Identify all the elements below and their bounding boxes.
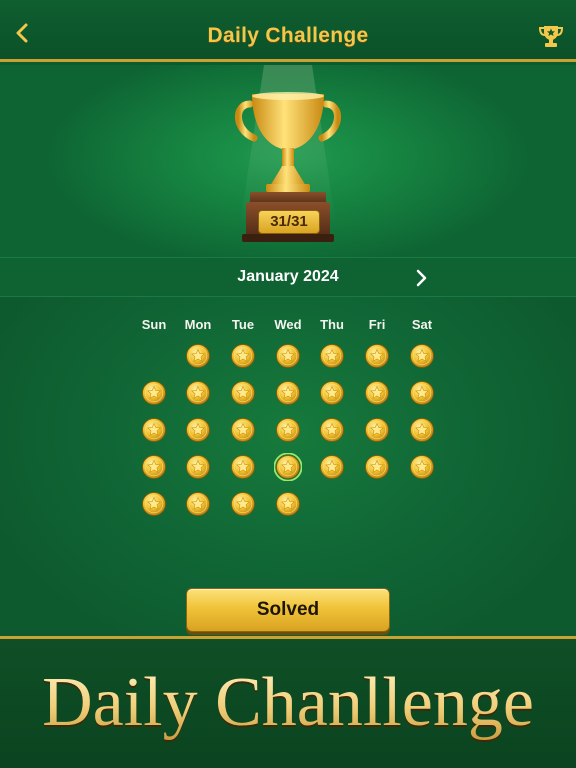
gold-star-coin-icon (365, 344, 389, 368)
weekday-label: Thu (320, 317, 344, 332)
calendar-day[interactable] (184, 490, 212, 518)
promo-banner: Daily Chanllenge (0, 636, 576, 768)
gold-star-coin-icon (320, 344, 344, 368)
page-title: Daily Challenge (207, 24, 369, 47)
calendar-day[interactable] (408, 416, 436, 444)
calendar-day[interactable] (363, 342, 391, 370)
gold-star-coin-icon (410, 381, 434, 405)
calendar-day-selected[interactable] (273, 452, 303, 482)
calendar-day[interactable] (408, 379, 436, 407)
gold-star-coin-icon (410, 455, 434, 479)
gold-star-coin-icon (276, 344, 300, 368)
calendar-day[interactable] (229, 416, 257, 444)
gold-star-coin-icon (186, 455, 210, 479)
calendar-day[interactable] (274, 342, 302, 370)
calendar-day[interactable] (140, 490, 168, 518)
calendar-day[interactable] (363, 379, 391, 407)
chevron-right-icon[interactable] (412, 268, 432, 288)
calendar-day[interactable] (274, 416, 302, 444)
calendar-grid: Sun Mon Tue Wed Thu Fri Sat (0, 297, 576, 637)
calendar-day[interactable] (140, 379, 168, 407)
calendar-day[interactable] (229, 342, 257, 370)
gold-star-coin-icon (365, 418, 389, 442)
calendar-day[interactable] (408, 453, 436, 481)
gold-star-coin-icon (231, 492, 255, 516)
weekday-label: Tue (231, 317, 255, 332)
gold-star-coin-icon (276, 381, 300, 405)
calendar-day[interactable] (363, 453, 391, 481)
weekday-label: Mon (184, 317, 212, 332)
month-label: January 2024 (237, 268, 339, 285)
gold-star-coin-icon (186, 492, 210, 516)
trophy-hero: 31/31 (0, 65, 576, 257)
gold-star-coin-icon (142, 455, 166, 479)
gold-star-coin-icon (142, 492, 166, 516)
weekday-label: Fri (368, 317, 386, 332)
weekday-label: Sun (141, 317, 167, 332)
weekday-label: Wed (274, 317, 302, 332)
score-badge: 31/31 (258, 210, 320, 234)
gold-star-coin-icon (276, 492, 300, 516)
calendar-day[interactable] (140, 416, 168, 444)
calendar-day[interactable] (408, 342, 436, 370)
month-bar: January 2024 (0, 257, 576, 297)
gold-star-coin-icon (410, 344, 434, 368)
gold-star-coin-icon (365, 455, 389, 479)
gold-star-coin-icon (231, 455, 255, 479)
solved-button[interactable]: Solved (186, 588, 390, 632)
gold-star-coin-icon (142, 418, 166, 442)
gold-star-coin-icon (273, 452, 303, 482)
calendar-day[interactable] (318, 453, 346, 481)
gold-star-coin-icon (231, 381, 255, 405)
gold-star-coin-icon (365, 381, 389, 405)
gold-star-coin-icon (142, 381, 166, 405)
calendar-day[interactable] (184, 342, 212, 370)
calendar-day[interactable] (318, 379, 346, 407)
gold-star-coin-icon (276, 418, 300, 442)
calendar-day[interactable] (140, 453, 168, 481)
calendar-day[interactable] (318, 416, 346, 444)
calendar-day[interactable] (229, 490, 257, 518)
calendar-day[interactable] (229, 453, 257, 481)
calendar-day[interactable] (184, 453, 212, 481)
gold-star-coin-icon (186, 381, 210, 405)
calendar-day[interactable] (274, 379, 302, 407)
calendar-day[interactable] (274, 490, 302, 518)
gold-star-coin-icon (320, 455, 344, 479)
gold-star-coin-icon (320, 418, 344, 442)
top-bar: Daily Challenge (0, 0, 576, 62)
calendar-day[interactable] (229, 379, 257, 407)
calendar-day[interactable] (363, 416, 391, 444)
banner-title: Daily Chanllenge (0, 663, 576, 743)
gold-star-coin-icon (410, 418, 434, 442)
weekday-label: Sat (411, 317, 433, 332)
gold-star-coin-icon (320, 381, 344, 405)
gold-star-coin-icon (186, 418, 210, 442)
gold-star-coin-icon (231, 344, 255, 368)
calendar-day[interactable] (318, 342, 346, 370)
gold-star-coin-icon (186, 344, 210, 368)
gold-star-coin-icon (231, 418, 255, 442)
trophy-star-icon[interactable] (537, 22, 565, 50)
calendar-day[interactable] (184, 416, 212, 444)
calendar-day[interactable] (184, 379, 212, 407)
